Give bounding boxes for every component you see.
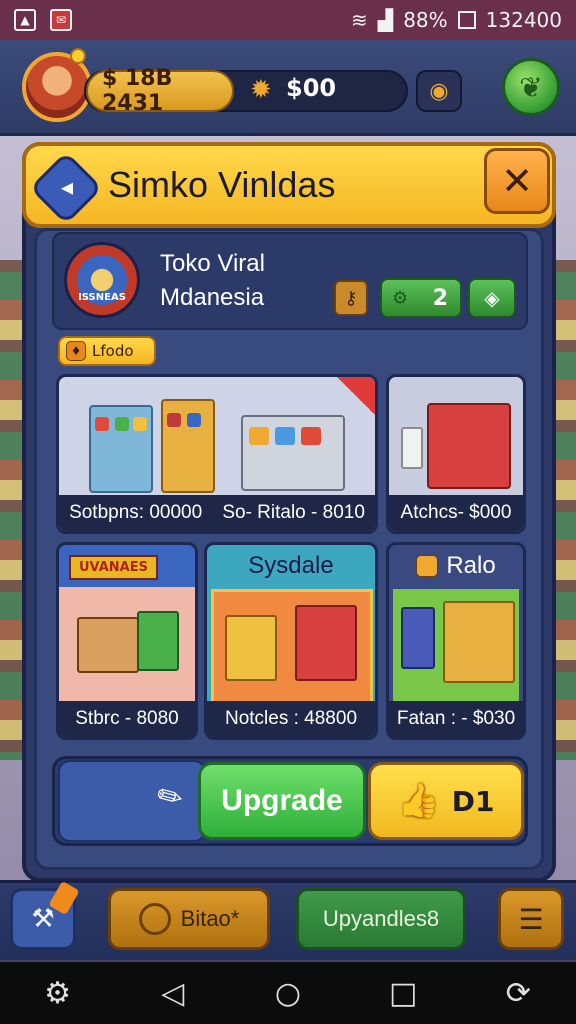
- item-card-caption: Stbrc - 8080: [59, 701, 195, 737]
- sale-ribbon: [337, 377, 375, 415]
- store-logo: ISSNEAS: [64, 242, 140, 318]
- register-illustration: [427, 403, 511, 489]
- item-banner: UVANAES: [69, 555, 158, 580]
- next-button[interactable]: ◈: [468, 278, 516, 318]
- product-illustration: [275, 427, 295, 445]
- tag-icon: ♦: [66, 341, 86, 361]
- bag-button[interactable]: ◉: [416, 70, 462, 112]
- hammer-icon: ⚒: [31, 904, 55, 934]
- product-illustration: [301, 427, 321, 445]
- status-bar: ▲ ✉ ≋ ▟ 88% 132400: [0, 0, 576, 40]
- like-button[interactable]: 👍 D1: [368, 762, 524, 840]
- notification-dot-icon: [70, 48, 86, 64]
- counter-illustration: [295, 605, 357, 681]
- system-nav-bar: ⚙ ◁ ○ □ ⟳: [0, 962, 576, 1024]
- leaf-icon: ❦: [519, 70, 543, 104]
- stand-illustration: [401, 607, 435, 669]
- product-illustration: [167, 413, 181, 427]
- coin-balance[interactable]: $ 18B 2431: [86, 66, 234, 116]
- bottom-toolbar: [0, 880, 576, 960]
- bitao-label: Bitao*: [180, 906, 240, 931]
- key-icon: ⚷: [344, 287, 358, 309]
- upyandles-button[interactable]: Upyandles8: [296, 888, 466, 950]
- item-card-header: Ralo: [389, 545, 523, 587]
- item-card-caption: Sotbpns: 00000 So- Ritalo - 8010: [59, 495, 375, 531]
- product-illustration: [249, 427, 269, 445]
- item-card-caption: Notcles : 48800: [207, 701, 375, 737]
- bag-icon: ◉: [429, 78, 449, 104]
- upgrade-button[interactable]: Upgrade: [198, 762, 366, 840]
- item-card-shelves[interactable]: Sotbpns: 00000 So- Ritalo - 8010: [56, 374, 378, 534]
- leaf-button[interactable]: ❦: [502, 58, 560, 116]
- clock-icon: [138, 903, 171, 935]
- product-illustration: [187, 413, 201, 427]
- wifi-icon: ≋: [351, 8, 368, 32]
- store-name-line2: Mdanesia: [160, 284, 265, 311]
- battery-icon: [457, 11, 476, 29]
- flag-icon: ▲: [14, 9, 36, 31]
- home-icon[interactable]: ○: [258, 976, 318, 1011]
- basket-illustration: [225, 615, 277, 681]
- cup-illustration: [401, 427, 423, 469]
- item-card-caption: Atchcs- $000: [389, 495, 523, 531]
- thumbs-up-icon: 👍: [397, 781, 440, 821]
- item-card-caption: Fatan : - $030: [389, 701, 523, 737]
- box-illustration: [137, 611, 179, 671]
- menu-button[interactable]: ☰: [498, 888, 564, 950]
- back-icon[interactable]: ◁: [143, 976, 203, 1011]
- menu-icon: ☰: [518, 902, 544, 936]
- bitao-button[interactable]: Bitao*: [108, 888, 270, 950]
- box-illustration: [77, 617, 139, 673]
- category-tag-label: Lfodo: [92, 342, 134, 360]
- settings-icon[interactable]: ⚙: [28, 976, 88, 1011]
- back-arrow-icon: ◂: [60, 173, 74, 201]
- staff-icon: ⚙: [392, 288, 409, 309]
- gem-balance: $00: [286, 74, 337, 102]
- item-card-boxes[interactable]: UVANAES Stbrc - 8080: [56, 542, 198, 740]
- product-illustration: [133, 417, 147, 431]
- store-logo-text: ISSNEAS: [78, 292, 126, 303]
- key-button[interactable]: ⚷: [334, 280, 368, 316]
- item-caption-part2: So- Ritalo - 8010: [222, 502, 365, 523]
- coin-icon: [416, 555, 439, 577]
- store-name-line1: Toko Viral: [160, 250, 265, 277]
- item-card-register[interactable]: Atchcs- $000: [386, 374, 526, 534]
- item-card-header: Sysdale: [248, 552, 334, 579]
- staff-count-value: 2: [432, 285, 448, 311]
- item-card-ralo[interactable]: Ralo Fatan : - $030: [386, 542, 526, 740]
- item-card-sysdale[interactable]: Sysdale Notcles : 48800: [204, 542, 378, 740]
- mail-icon: ✉: [50, 9, 72, 31]
- item-card-header-label: Ralo: [446, 552, 496, 579]
- category-tag[interactable]: ♦ Lfodo: [58, 336, 156, 366]
- clock-time: 132400: [485, 8, 562, 32]
- gear-icon: ✹: [250, 75, 272, 105]
- dialog-title: Simko Vinldas: [108, 164, 336, 205]
- close-icon: ✕: [501, 159, 533, 203]
- recents-icon[interactable]: □: [373, 976, 433, 1011]
- item-caption-part1: Sotbpns: 00000: [69, 502, 203, 523]
- diamond-icon: ◈: [484, 286, 500, 310]
- signal-icon: ▟: [377, 8, 394, 32]
- like-count: D1: [451, 784, 495, 818]
- share-icon[interactable]: ⟳: [488, 976, 548, 1011]
- close-button[interactable]: ✕: [484, 148, 550, 214]
- shelf-illustration: [443, 601, 515, 683]
- product-illustration: [115, 417, 129, 431]
- product-illustration: [95, 417, 109, 431]
- battery-percent: 88%: [403, 8, 448, 32]
